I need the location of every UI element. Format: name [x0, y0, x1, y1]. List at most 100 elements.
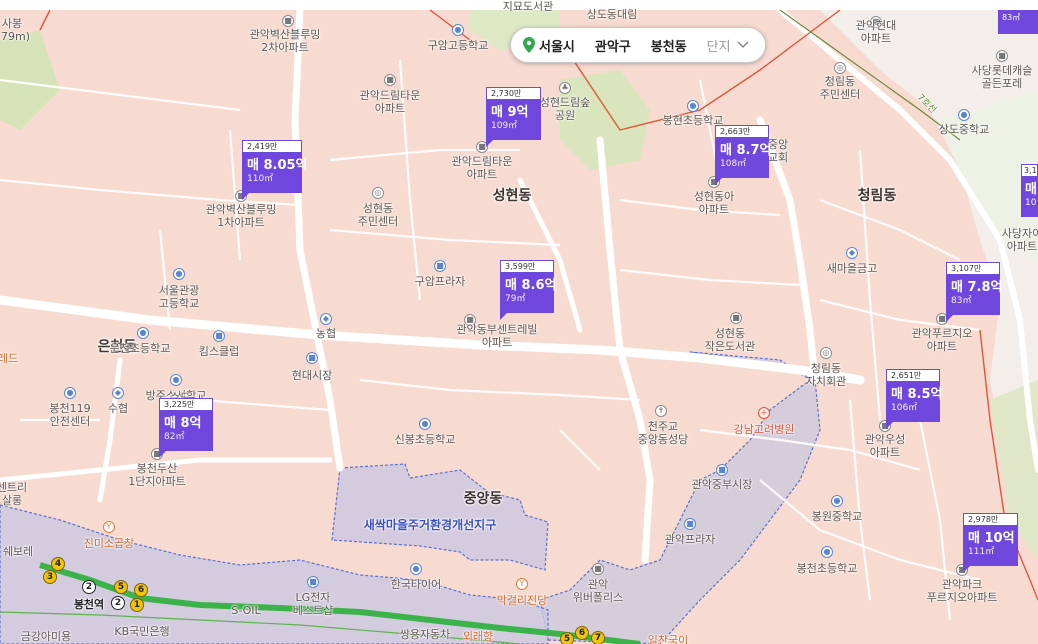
poi-label[interactable]: 한국타이어	[391, 578, 442, 591]
school-icon: ●	[821, 546, 833, 558]
listing-card[interactable]: 매 8.05억 110㎡	[242, 153, 308, 200]
listing-marker[interactable]: 3,599만 매 8.6억 79㎡	[500, 260, 556, 320]
listing-pointer	[963, 565, 971, 573]
poi-label[interactable]: 일찬국이	[648, 634, 688, 644]
poi-label[interactable]: 성현동 작은도서관	[705, 327, 756, 353]
chevron-down-icon[interactable]	[737, 39, 749, 52]
listing-card[interactable]: 매 8억 82㎡	[159, 411, 213, 458]
poi-label[interactable]: LG전자 베스트샵	[293, 591, 333, 617]
listing-card[interactable]: 매 7.8억 83㎡	[946, 275, 1002, 322]
poi-label[interactable]: 현대시장	[292, 369, 332, 382]
poi-label[interactable]: 관악파크 푸르지오아파트	[927, 578, 998, 604]
poi-label[interactable]: 봉천119 안전센터	[49, 402, 90, 428]
listing-pointer	[500, 312, 508, 320]
listing-marker[interactable]: 2,651만 매 8.5억 106㎡	[886, 369, 942, 429]
dong-label: 성현동	[492, 188, 532, 204]
listing-pointer	[946, 314, 954, 322]
poi-label[interactable]: 봉천초등학교	[797, 562, 858, 575]
poi-label[interactable]: 관악현대 아파트	[856, 19, 896, 45]
map-canvas[interactable]: 성현동 청림동 은천동 중앙동 ■ 관악벽산블루밍 2차아파트 ● 구암고등학교 …	[0, 0, 1038, 644]
poi-label[interactable]: 지묘도서관	[503, 0, 554, 13]
listing-price-per-pyeong: 2,978만	[963, 513, 1018, 526]
listing-card[interactable]: 매 8.6억 79㎡	[500, 273, 556, 320]
poi-label[interactable]: 은천초등학교	[110, 342, 171, 355]
listing-marker[interactable]: 2,978만 매 10억 111㎡	[963, 513, 1018, 573]
listing-card[interactable]: 매 10억 111㎡	[963, 526, 1018, 573]
breadcrumb-city[interactable]: 서울시	[539, 36, 575, 55]
subway-station-marker[interactable]: 6	[134, 583, 148, 597]
subway-station-marker[interactable]: 1	[130, 598, 144, 612]
poi-label[interactable]: 상도중학교	[939, 123, 990, 136]
poi-label[interactable]: 관악벽산블루밍 1차아파트	[206, 203, 277, 229]
listing-marker[interactable]: 3,225만 매 8억 82㎡	[159, 398, 213, 458]
poi-label[interactable]: 관악벽산블루밍 2차아파트	[250, 28, 321, 54]
poi-label[interactable]: 사봉179m)	[0, 17, 30, 43]
poi-label[interactable]: 관악드림타운 아파트	[452, 155, 513, 181]
station-label[interactable]: 봉천역	[74, 598, 104, 611]
market-icon: ■	[306, 352, 318, 364]
breadcrumb-district[interactable]: 관악구	[595, 36, 631, 55]
subway-station-marker[interactable]: 2	[82, 580, 96, 594]
poi-label[interactable]: 사당자이 아파트	[1002, 227, 1038, 253]
poi-label[interactable]: 새마을금고	[827, 262, 878, 275]
listing-deal-price: 매 8.05억	[247, 158, 308, 173]
poi-label[interactable]: KB국민은행	[114, 625, 169, 638]
poi-label[interactable]: 쌍용자동차	[400, 628, 451, 641]
poi-label[interactable]: 관악푸르지오 아파트	[912, 327, 973, 353]
subway-station-marker[interactable]: 3	[43, 570, 57, 584]
poi-label[interactable]: 서울관광 고등학교	[159, 284, 199, 310]
subway-station-marker[interactable]: 5	[560, 632, 574, 644]
subway-station-marker[interactable]: 2	[111, 596, 125, 610]
listing-marker[interactable]: 2,419만 매 8.05억 110㎡	[242, 140, 308, 200]
poi-label[interactable]: 쉐보레	[3, 545, 33, 558]
poi-label[interactable]: 청림동 자치회관	[806, 362, 846, 388]
poi-label[interactable]: 관악드림타운 아파트	[360, 89, 421, 115]
subway-station-marker[interactable]: 5	[114, 580, 128, 594]
zone-label[interactable]: 새싹마을주거환경개선지구	[364, 519, 496, 532]
subway-station-marker[interactable]: 6	[575, 626, 589, 640]
poi-label[interactable]: 관악 위버폴리스	[573, 578, 624, 604]
listing-card[interactable]: 매 9억 109㎡	[486, 100, 541, 147]
poi-label[interactable]: 상도동대림	[587, 8, 638, 21]
listing-marker-partial[interactable]: 3,1 매 10	[1021, 164, 1038, 222]
poi-label[interactable]: 킴스클럽	[199, 345, 239, 358]
listing-marker-partial[interactable]: 83㎡	[998, 10, 1038, 34]
poi-label[interactable]: 구암고등학교	[428, 39, 489, 52]
poi-label[interactable]: 수협	[108, 402, 128, 415]
listing-marker[interactable]: 3,107만 매 7.8억 83㎡	[946, 262, 1002, 322]
subway-station-marker[interactable]: 7	[591, 631, 605, 644]
bank-icon: ◆	[320, 313, 332, 325]
poi-label[interactable]: 청림동 주민센터	[820, 75, 860, 101]
poi-label[interactable]: 외래향	[463, 630, 493, 643]
poi-label[interactable]: 관악중부시장	[692, 478, 753, 491]
poi-label[interactable]: 구암프라자	[415, 275, 466, 288]
poi-label[interactable]: 레드	[0, 352, 18, 365]
poi-label[interactable]: 센트리 살롱	[0, 481, 27, 507]
poi-label[interactable]: S-OIL	[231, 604, 260, 617]
breadcrumb-dong[interactable]: 봉천동	[651, 36, 687, 55]
poi-label[interactable]: 천주교 중앙동성당	[638, 420, 689, 446]
poi-label[interactable]: 성현동아 아파트	[694, 190, 734, 216]
fire-station-icon: ●	[64, 387, 76, 399]
poi-label[interactable]: 농협	[316, 327, 336, 340]
listing-card[interactable]: 매 8.7억 108㎡	[715, 138, 771, 185]
poi-label[interactable]: 강남고려병원	[734, 423, 795, 436]
poi-label[interactable]: 신봉초등학교	[395, 433, 456, 446]
poi-label[interactable]: 진미소곱창	[84, 537, 135, 550]
listing-card[interactable]: 매 8.5억 106㎡	[886, 382, 942, 429]
subway-station-marker[interactable]: 4	[51, 557, 65, 571]
breadcrumb-filter[interactable]: 단지	[707, 36, 731, 55]
poi-label[interactable]: 성현드림숲 공원	[540, 96, 591, 122]
poi-label[interactable]: 봉원중학교	[812, 510, 863, 523]
poi-label[interactable]: 금강아미용	[21, 630, 72, 643]
poi-label[interactable]: 사당롯데캐슬 골든포레	[972, 64, 1033, 90]
poi-label[interactable]: 관악프라자	[665, 533, 716, 546]
poi-label[interactable]: 봉천두산 1단지아파트	[128, 462, 186, 488]
poi-label[interactable]: 관악우성 아파트	[865, 433, 905, 459]
listing-marker[interactable]: 2,663만 매 8.7억 108㎡	[715, 125, 771, 185]
listing-marker[interactable]: 2,730만 매 9억 109㎡	[486, 87, 541, 147]
location-breadcrumb[interactable]: 서울시 관악구 봉천동 단지	[510, 27, 766, 63]
poi-label[interactable]: 성현동 주민센터	[358, 202, 398, 228]
poi-label[interactable]: 관악동부센트레빌 아파트	[457, 323, 538, 349]
poi-label[interactable]: 막걸리전당	[497, 594, 548, 607]
